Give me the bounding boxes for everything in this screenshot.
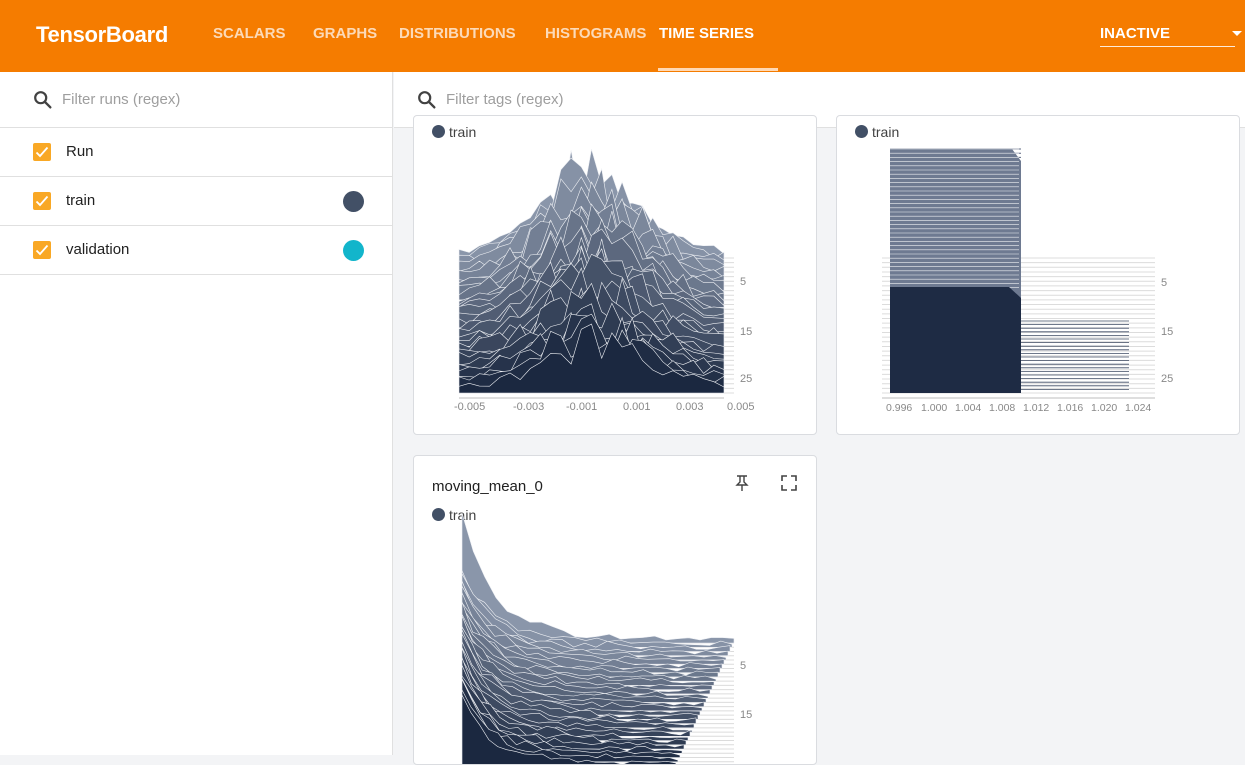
- tab-graphs[interactable]: GRAPHS: [313, 25, 377, 42]
- run-filter-input[interactable]: Filter runs (regex): [62, 91, 180, 108]
- x-tick-label: 0.996: [886, 402, 913, 414]
- checkmark-icon: [35, 244, 49, 256]
- top-app-bar: TensorBoard SCALARS GRAPHS DISTRIBUTIONS…: [0, 0, 1245, 72]
- select-underline: [1100, 46, 1235, 47]
- run-color-swatch[interactable]: [343, 191, 364, 212]
- histogram-chart: [882, 148, 1155, 399]
- histogram-chart: [461, 512, 735, 764]
- x-tick-label: 0.001: [623, 401, 651, 413]
- active-tab-indicator: [658, 68, 778, 71]
- tab-distributions[interactable]: DISTRIBUTIONS: [399, 25, 516, 42]
- checkmark-icon: [35, 195, 49, 207]
- histogram-card: train 0.996 1.000 1.004 1.008 1.012 1.01…: [836, 115, 1240, 435]
- run-label: train: [66, 192, 96, 209]
- y-tick-label: 5: [740, 660, 747, 672]
- tab-scalars[interactable]: SCALARS: [213, 25, 286, 42]
- x-tick-label: 0.005: [727, 401, 755, 413]
- x-tick-label: 0.003: [676, 401, 704, 413]
- run-label: validation: [66, 241, 130, 258]
- chevron-down-icon[interactable]: [1232, 31, 1242, 36]
- x-tick-label: -0.001: [566, 401, 598, 413]
- app-title: TensorBoard: [36, 22, 168, 47]
- x-tick-label: 1.024: [1125, 402, 1152, 414]
- y-tick-label: 5: [740, 276, 747, 288]
- runs-sidebar: Filter runs (regex) Run train validation: [0, 72, 393, 755]
- run-checkbox[interactable]: [33, 192, 51, 210]
- x-tick-label: 1.004: [955, 402, 982, 414]
- run-row-train[interactable]: train: [0, 177, 393, 226]
- x-tick-label: 1.012: [1023, 402, 1050, 414]
- tag-filter-input[interactable]: Filter tags (regex): [446, 91, 564, 108]
- search-icon: [34, 91, 52, 109]
- run-color-swatch[interactable]: [343, 240, 364, 261]
- histogram-chart: [458, 149, 734, 399]
- run-row-validation[interactable]: validation: [0, 226, 393, 275]
- run-label: Run: [66, 143, 94, 160]
- y-tick-label: 15: [740, 709, 753, 721]
- run-row-all[interactable]: Run: [0, 128, 393, 177]
- y-tick-label: 15: [740, 326, 753, 338]
- search-icon: [418, 91, 436, 109]
- tab-time-series[interactable]: TIME SERIES: [659, 25, 754, 42]
- checkmark-icon: [35, 146, 49, 158]
- ridge-block: [890, 287, 1021, 393]
- reload-status-select[interactable]: INACTIVE: [1100, 25, 1170, 42]
- run-checkbox[interactable]: [33, 241, 51, 259]
- x-tick-label: 1.016: [1057, 402, 1084, 414]
- y-tick-label: 5: [1161, 277, 1168, 289]
- y-tick-label: 15: [1161, 326, 1174, 338]
- run-filter[interactable]: Filter runs (regex): [0, 72, 393, 128]
- x-tick-label: 1.020: [1091, 402, 1118, 414]
- y-tick-label: 25: [740, 373, 753, 385]
- histogram-card: train -0.005 -0.003 -0.001 0.001 0.003 0…: [413, 115, 817, 435]
- x-tick-label: 1.008: [989, 402, 1016, 414]
- x-tick-label: -0.003: [513, 401, 545, 413]
- histogram-card: moving_mean_0 train 5 15: [413, 455, 817, 765]
- x-tick-label: -0.005: [454, 401, 486, 413]
- x-tick-label: 1.000: [921, 402, 948, 414]
- y-tick-label: 25: [1161, 373, 1174, 385]
- tab-histograms[interactable]: HISTOGRAMS: [545, 25, 646, 42]
- run-checkbox[interactable]: [33, 143, 51, 161]
